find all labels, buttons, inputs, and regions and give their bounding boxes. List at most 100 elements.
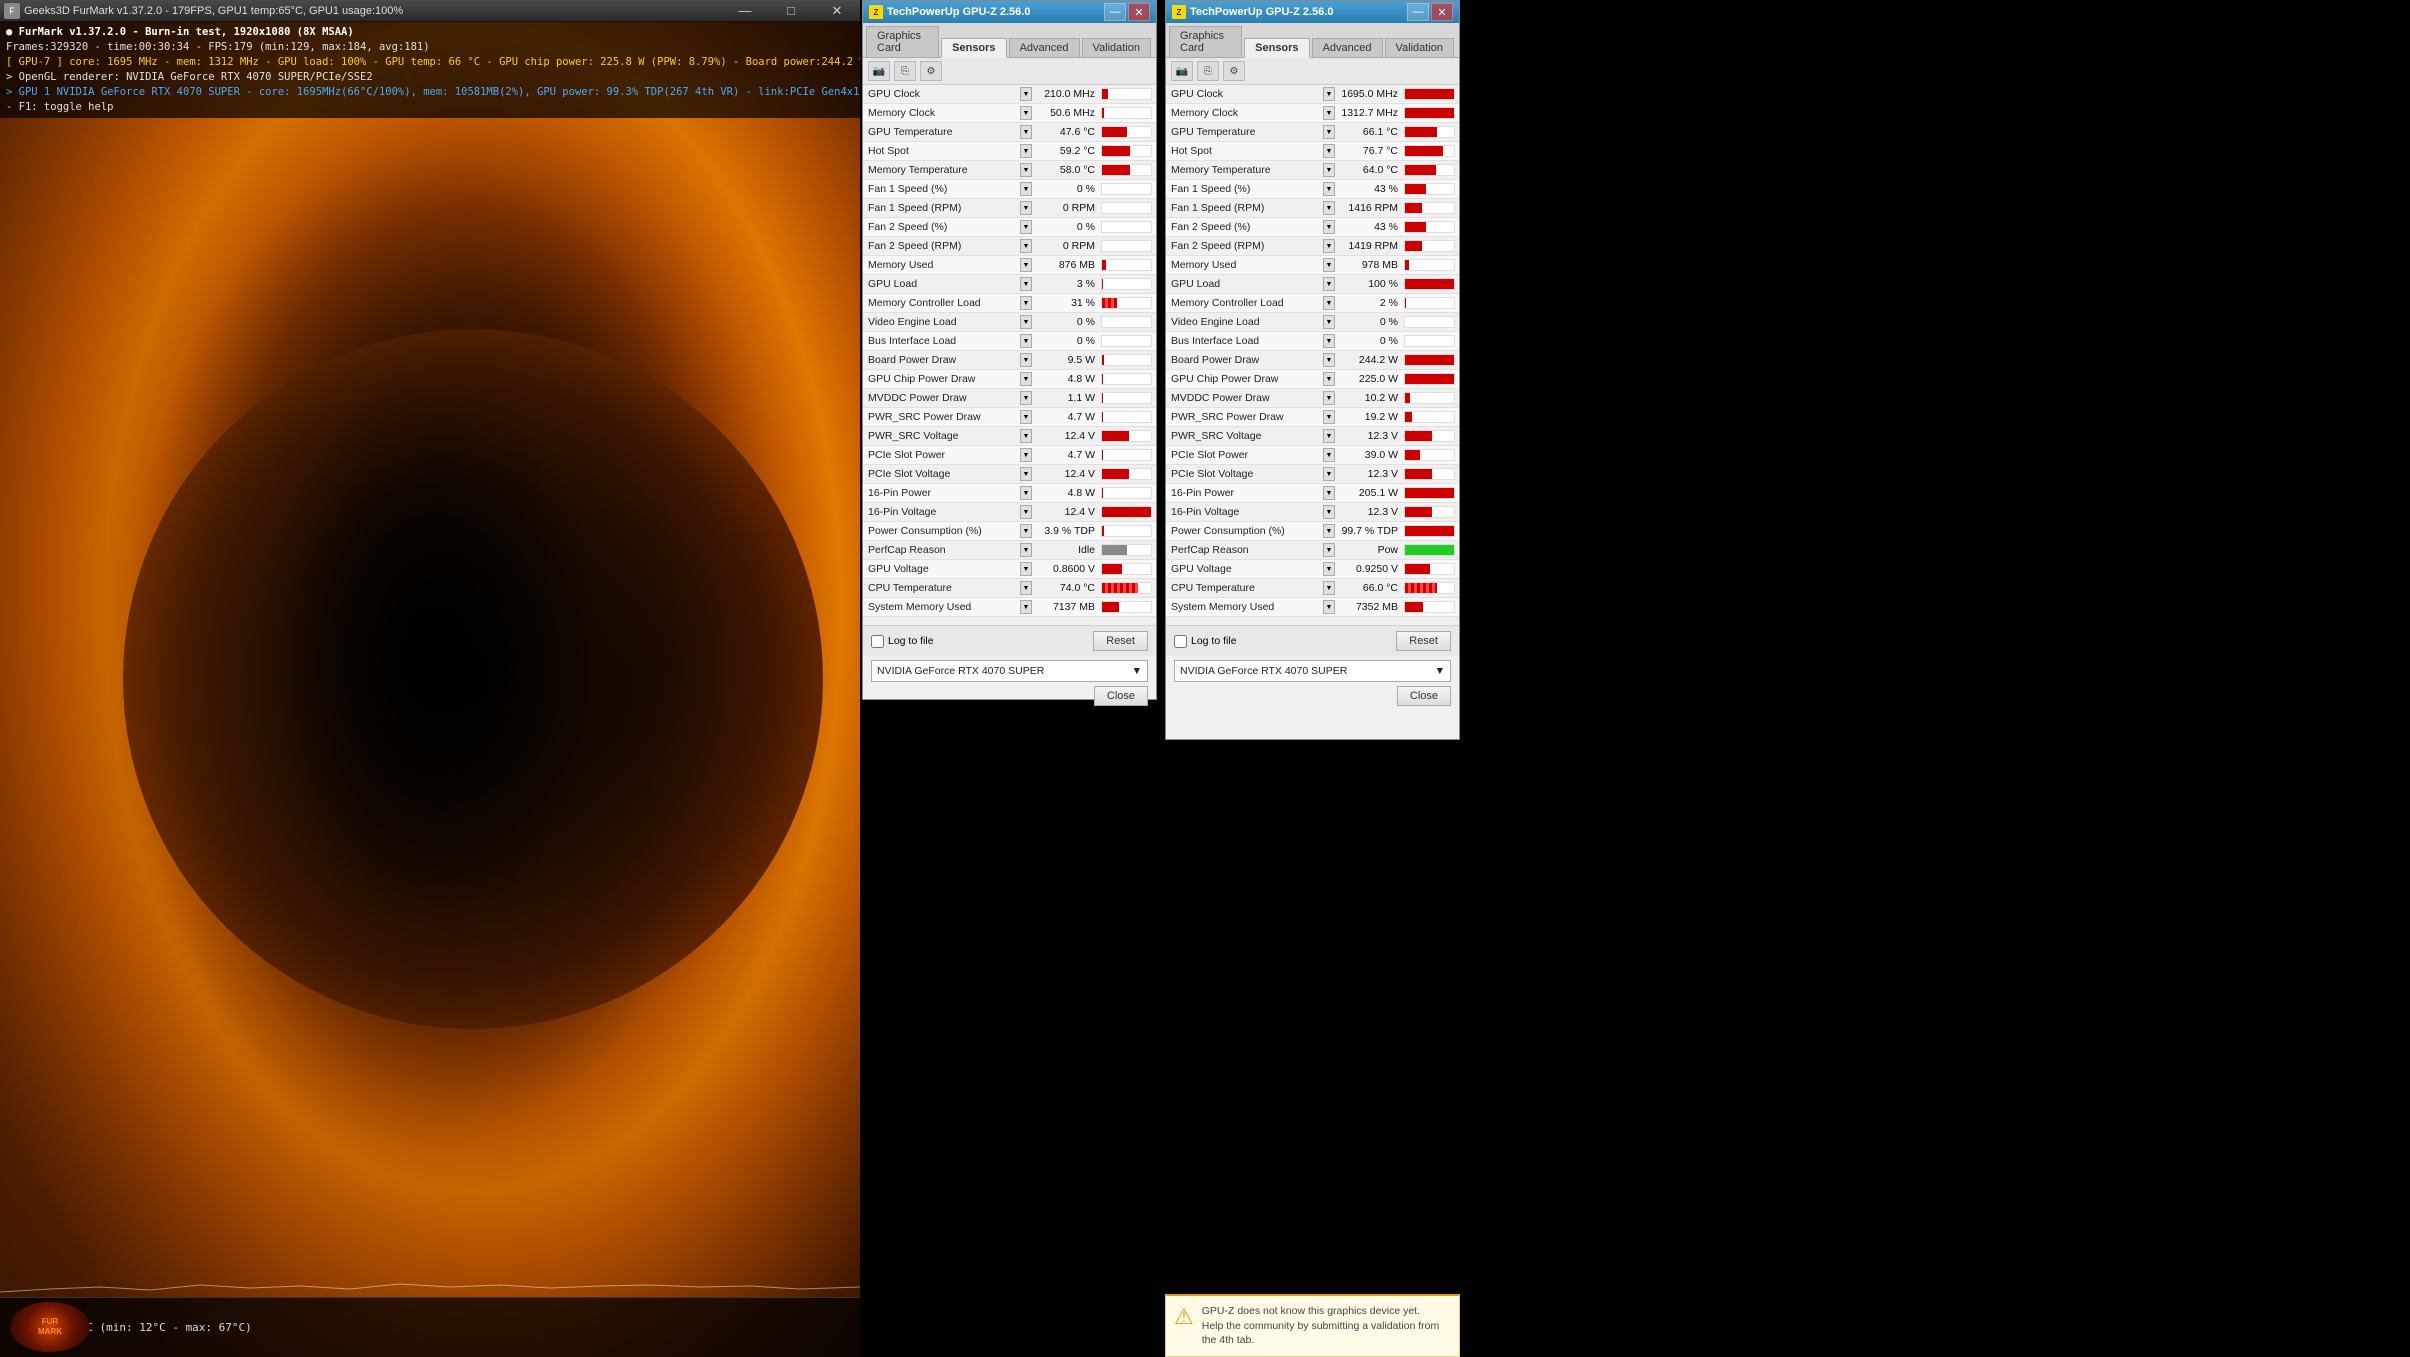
sensor-value: 244.2 W xyxy=(1337,354,1402,366)
sensor-name: GPU Load xyxy=(865,278,1020,290)
tab-advanced-left[interactable]: Advanced xyxy=(1009,38,1080,57)
copy-button-left[interactable]: ⎘ xyxy=(894,61,916,81)
tab-sensors-left[interactable]: Sensors xyxy=(941,38,1006,58)
sensor-dropdown[interactable]: ▼ xyxy=(1020,239,1032,253)
furmark-maximize-button[interactable]: □ xyxy=(768,0,814,22)
log-checkbox-right[interactable] xyxy=(1174,635,1187,648)
sensor-dropdown[interactable]: ▼ xyxy=(1323,581,1335,595)
gpuz-left-sensors-content: GPU Clock ▼ 210.0 MHz Memory Clock ▼ 50.… xyxy=(863,85,1156,625)
gpuz-right-close[interactable]: ✕ xyxy=(1431,3,1453,21)
sensor-dropdown[interactable]: ▼ xyxy=(1323,87,1335,101)
log-checkbox-left[interactable] xyxy=(871,635,884,648)
settings-button-left[interactable]: ⚙ xyxy=(920,61,942,81)
sensor-dropdown[interactable]: ▼ xyxy=(1020,524,1032,538)
sensor-dropdown[interactable]: ▼ xyxy=(1323,125,1335,139)
reset-button-left[interactable]: Reset xyxy=(1093,631,1148,651)
notification-text: GPU-Z does not know this graphics device… xyxy=(1202,1304,1451,1348)
sensor-dropdown[interactable]: ▼ xyxy=(1020,600,1032,614)
sensor-dropdown[interactable]: ▼ xyxy=(1323,163,1335,177)
sensor-dropdown[interactable]: ▼ xyxy=(1323,277,1335,291)
sensor-dropdown[interactable]: ▼ xyxy=(1323,353,1335,367)
gpuz-left-close[interactable]: ✕ xyxy=(1128,3,1150,21)
log-to-file-left[interactable]: Log to file xyxy=(871,635,934,648)
sensor-dropdown[interactable]: ▼ xyxy=(1323,201,1335,215)
tab-validation-left[interactable]: Validation xyxy=(1082,38,1152,57)
tab-advanced-right[interactable]: Advanced xyxy=(1312,38,1383,57)
sensor-dropdown[interactable]: ▼ xyxy=(1020,391,1032,405)
sensor-dropdown[interactable]: ▼ xyxy=(1020,277,1032,291)
sensor-dropdown[interactable]: ▼ xyxy=(1323,391,1335,405)
sensor-dropdown[interactable]: ▼ xyxy=(1020,410,1032,424)
sensor-dropdown[interactable]: ▼ xyxy=(1020,353,1032,367)
sensor-dropdown[interactable]: ▼ xyxy=(1323,543,1335,557)
sensor-dropdown[interactable]: ▼ xyxy=(1020,372,1032,386)
sensor-dropdown[interactable]: ▼ xyxy=(1323,505,1335,519)
sensor-dropdown[interactable]: ▼ xyxy=(1020,125,1032,139)
sensor-dropdown[interactable]: ▼ xyxy=(1323,296,1335,310)
sensor-row: PCIe Slot Voltage ▼ 12.4 V xyxy=(863,465,1156,484)
sensor-dropdown[interactable]: ▼ xyxy=(1323,600,1335,614)
sensor-dropdown[interactable]: ▼ xyxy=(1020,106,1032,120)
sensor-dropdown[interactable]: ▼ xyxy=(1020,334,1032,348)
sensor-dropdown[interactable]: ▼ xyxy=(1020,182,1032,196)
sensor-dropdown[interactable]: ▼ xyxy=(1020,163,1032,177)
sensor-dropdown[interactable]: ▼ xyxy=(1323,410,1335,424)
sensor-dropdown[interactable]: ▼ xyxy=(1020,87,1032,101)
sensor-dropdown[interactable]: ▼ xyxy=(1323,220,1335,234)
sensor-dropdown[interactable]: ▼ xyxy=(1020,562,1032,576)
sensor-dropdown[interactable]: ▼ xyxy=(1323,524,1335,538)
settings-button-right[interactable]: ⚙ xyxy=(1223,61,1245,81)
tab-sensors-right[interactable]: Sensors xyxy=(1244,38,1309,58)
furmark-close-button[interactable]: ✕ xyxy=(814,0,860,22)
gpuz-right-gpu-selector[interactable]: NVIDIA GeForce RTX 4070 SUPER ▼ xyxy=(1174,660,1451,682)
sensor-dropdown[interactable]: ▼ xyxy=(1323,334,1335,348)
sensor-dropdown[interactable]: ▼ xyxy=(1020,448,1032,462)
sensor-dropdown[interactable]: ▼ xyxy=(1323,372,1335,386)
sensor-bar-container xyxy=(1101,335,1152,347)
sensor-dropdown[interactable]: ▼ xyxy=(1323,467,1335,481)
sensor-dropdown[interactable]: ▼ xyxy=(1020,144,1032,158)
sensor-dropdown[interactable]: ▼ xyxy=(1020,486,1032,500)
sensor-dropdown[interactable]: ▼ xyxy=(1323,448,1335,462)
gpuz-left-sensor-list[interactable]: GPU Clock ▼ 210.0 MHz Memory Clock ▼ 50.… xyxy=(863,85,1156,625)
sensor-dropdown[interactable]: ▼ xyxy=(1020,315,1032,329)
sensor-dropdown[interactable]: ▼ xyxy=(1323,239,1335,253)
sensor-bar-container xyxy=(1404,449,1455,461)
sensor-dropdown[interactable]: ▼ xyxy=(1323,182,1335,196)
sensor-dropdown[interactable]: ▼ xyxy=(1323,106,1335,120)
sensor-dropdown[interactable]: ▼ xyxy=(1323,144,1335,158)
camera-button-left[interactable]: 📷 xyxy=(868,61,890,81)
gpuz-left-gpu-selector[interactable]: NVIDIA GeForce RTX 4070 SUPER ▼ xyxy=(871,660,1148,682)
gpuz-left-minimize[interactable]: — xyxy=(1104,3,1126,21)
sensor-bar-container xyxy=(1404,297,1455,309)
sensor-dropdown[interactable]: ▼ xyxy=(1020,220,1032,234)
sensor-dropdown[interactable]: ▼ xyxy=(1020,543,1032,557)
copy-button-right[interactable]: ⎘ xyxy=(1197,61,1219,81)
gpuz-right-minimize[interactable]: — xyxy=(1407,3,1429,21)
sensor-dropdown[interactable]: ▼ xyxy=(1020,429,1032,443)
log-to-file-right[interactable]: Log to file xyxy=(1174,635,1237,648)
furmark-minimize-button[interactable]: — xyxy=(722,0,768,22)
sensor-dropdown[interactable]: ▼ xyxy=(1323,315,1335,329)
sensor-row: PCIe Slot Voltage ▼ 12.3 V xyxy=(1166,465,1459,484)
sensor-name: GPU Clock xyxy=(865,88,1020,100)
close-button-left[interactable]: Close xyxy=(1094,686,1148,706)
sensor-dropdown[interactable]: ▼ xyxy=(1020,581,1032,595)
sensor-dropdown[interactable]: ▼ xyxy=(1020,467,1032,481)
camera-button-right[interactable]: 📷 xyxy=(1171,61,1193,81)
sensor-dropdown[interactable]: ▼ xyxy=(1020,201,1032,215)
gpuz-right-sensor-list[interactable]: GPU Clock ▼ 1695.0 MHz Memory Clock ▼ 13… xyxy=(1166,85,1459,625)
sensor-dropdown[interactable]: ▼ xyxy=(1020,505,1032,519)
sensor-dropdown[interactable]: ▼ xyxy=(1020,296,1032,310)
sensor-dropdown[interactable]: ▼ xyxy=(1020,258,1032,272)
sensor-dropdown[interactable]: ▼ xyxy=(1323,486,1335,500)
tab-graphics-card-left[interactable]: Graphics Card xyxy=(866,26,939,57)
tab-graphics-card-right[interactable]: Graphics Card xyxy=(1169,26,1242,57)
sensor-dropdown[interactable]: ▼ xyxy=(1323,562,1335,576)
sensor-value: 0 RPM xyxy=(1034,240,1099,252)
reset-button-right[interactable]: Reset xyxy=(1396,631,1451,651)
sensor-dropdown[interactable]: ▼ xyxy=(1323,258,1335,272)
sensor-dropdown[interactable]: ▼ xyxy=(1323,429,1335,443)
close-button-right[interactable]: Close xyxy=(1397,686,1451,706)
tab-validation-right[interactable]: Validation xyxy=(1385,38,1455,57)
